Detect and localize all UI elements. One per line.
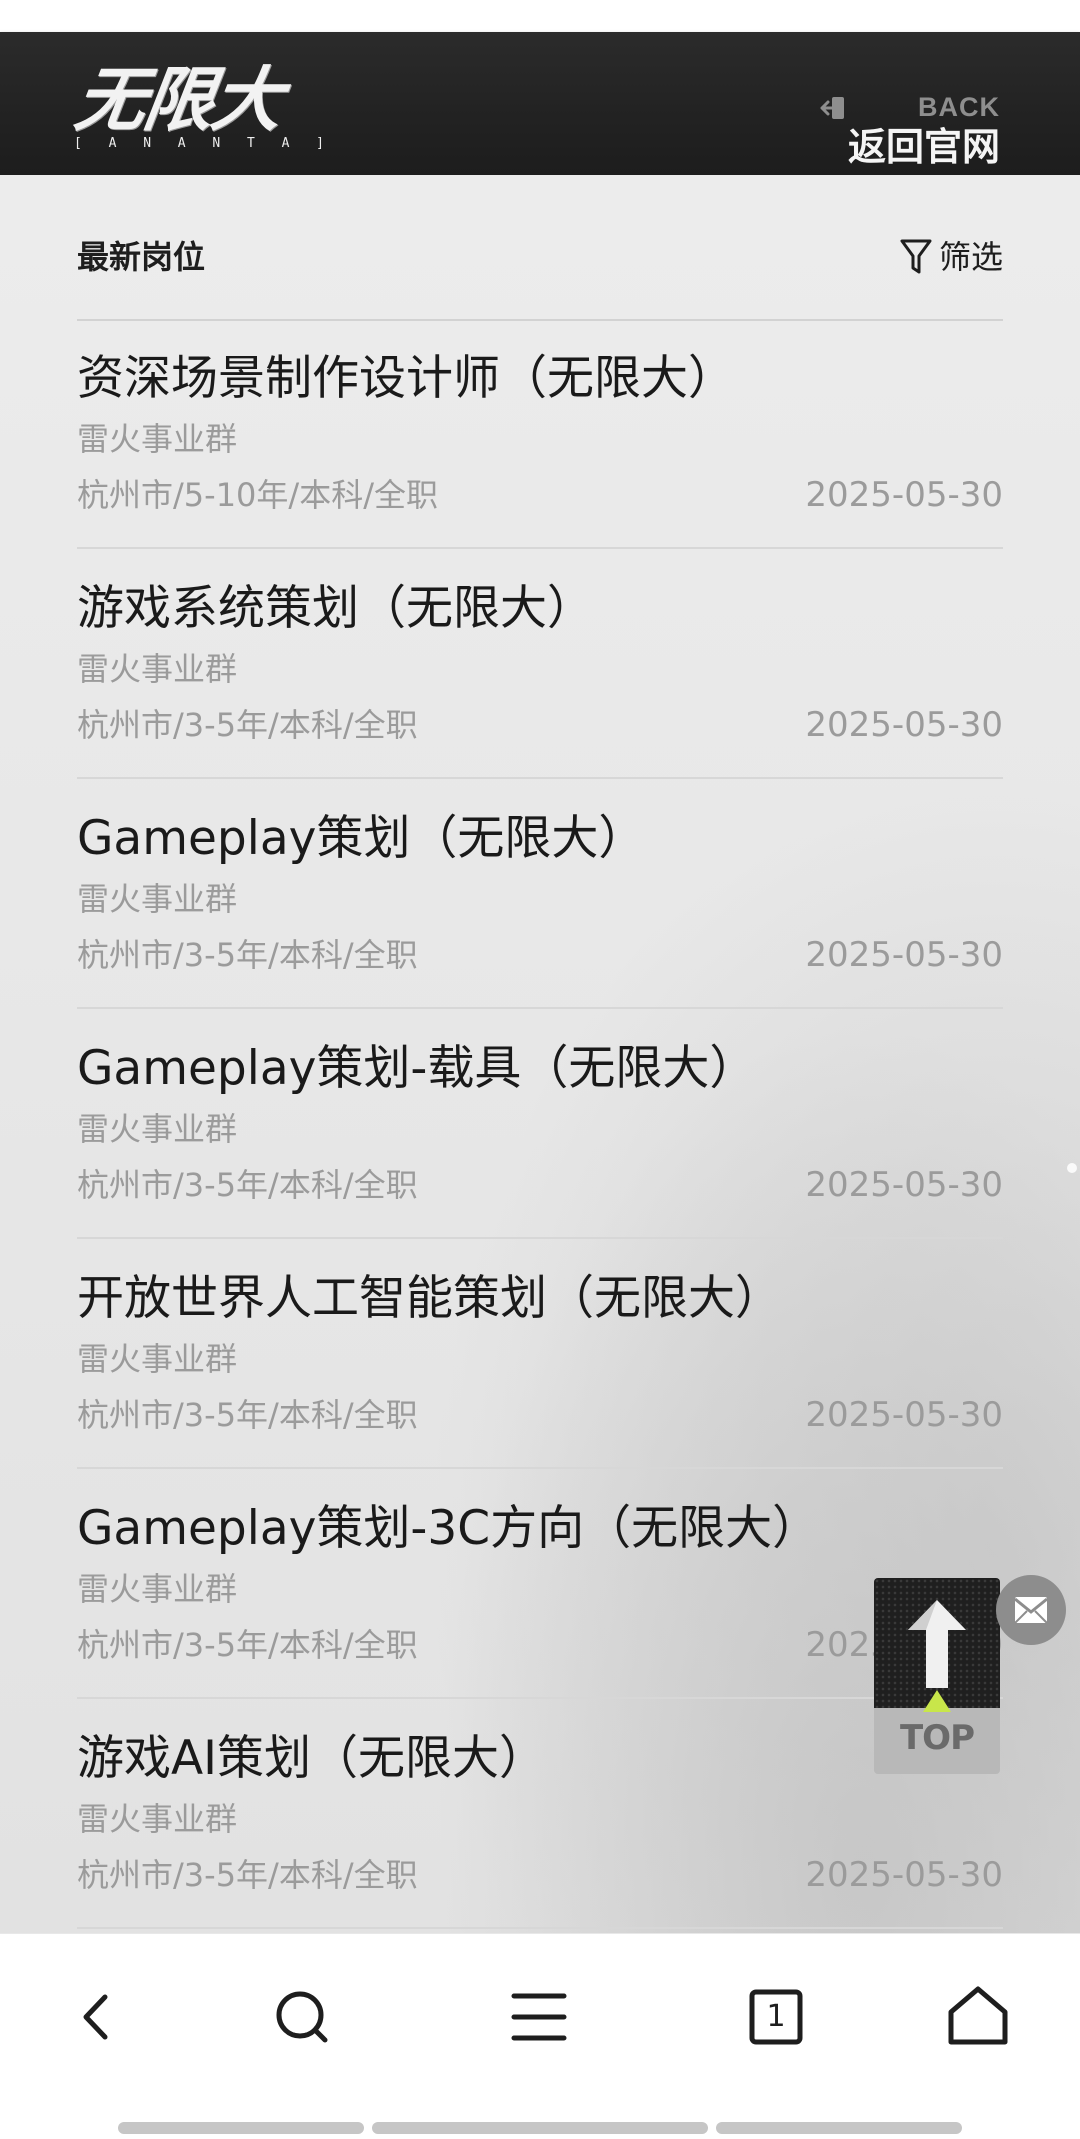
status-bar-area [0,0,1080,32]
nav-search-button[interactable] [257,1972,347,2062]
back-label-cn: 返回官网 [847,125,1000,169]
job-list-item[interactable]: Gameplay策划（无限大） 雷火事业群 杭州市/3-5年/本科/全职 202… [77,779,1003,1009]
job-date: 2025-05-30 [805,1395,1003,1435]
nav-tabs-button[interactable]: 1 [731,1972,821,2062]
logo-sub-char: A [281,136,290,151]
job-list-item[interactable]: Gameplay策划-载具（无限大） 雷火事业群 杭州市/3-5年/本科/全职 … [77,1009,1003,1239]
job-meta: 杭州市/3-5年/本科/全职 [77,1396,418,1434]
job-date: 2025-05-30 [805,475,1003,515]
job-list-item[interactable]: 开放世界人工智能策划（无限大） 雷火事业群 杭州市/3-5年/本科/全职 202… [77,1239,1003,1469]
logo-sub-char: T [246,136,255,151]
nav-menu-button[interactable] [494,1972,584,2062]
job-title: Gameplay策划-载具（无限大） [77,1041,757,1096]
job-date: 2025-05-30 [805,1855,1003,1895]
nav-back-button[interactable] [52,1972,142,2062]
list-header: 最新岗位 筛选 [77,175,1003,321]
logo-sub-char: N [212,136,221,151]
job-date: 2025-05-30 [805,935,1003,975]
tab-count: 1 [766,1999,786,2034]
back-label-en: BACK [918,92,1000,122]
top-label: TOP [899,1718,975,1758]
section-title: 最新岗位 [77,238,206,276]
job-date: 2025-05-30 [805,1165,1003,1205]
job-meta: 杭州市/3-5年/本科/全职 [77,1626,418,1664]
gesture-bar-segment [372,2122,708,2134]
job-title: Gameplay策划（无限大） [77,811,646,866]
mail-icon [1014,1597,1048,1624]
logo-sub-char: [ [74,136,82,151]
funnel-icon [900,239,932,274]
job-list-item[interactable]: Gameplay策划-3C方向（无限大） 雷火事业群 杭州市/3-5年/本科/全… [77,1469,1003,1699]
logo-sub-char: N [143,136,152,151]
job-department: 雷火事业群 [77,650,238,688]
search-icon [276,1991,328,2043]
scroll-indicator [1067,1163,1077,1173]
home-icon [948,1986,1008,2045]
job-department: 雷火事业群 [77,1340,238,1378]
back-to-top-button[interactable]: TOP [874,1578,1000,1774]
gesture-bar-segment [118,2122,364,2134]
logo-sub-char: ] [316,136,324,151]
job-list-item[interactable]: 资深场景制作设计师（无限大） 雷火事业群 杭州市/5-10年/本科/全职 202… [77,319,1003,549]
logo-wordmark: 无限大 [70,59,286,141]
job-meta: 杭州市/5-10年/本科/全职 [77,476,438,514]
job-list-item[interactable]: 游戏AI策划（无限大） 雷火事业群 杭州市/3-5年/本科/全职 2025-05… [77,1699,1003,1929]
hamburger-menu-icon [511,1993,567,2041]
job-title: 资深场景制作设计师（无限大） [77,351,735,406]
logo-sub-char: A [177,136,186,151]
job-meta: 杭州市/3-5年/本科/全职 [77,1856,418,1894]
job-meta: 杭州市/3-5年/本科/全职 [77,706,418,744]
message-button[interactable] [996,1575,1066,1645]
job-department: 雷火事业群 [77,1570,238,1608]
browser-toolbar: 1 [0,1933,1080,2139]
job-list: 资深场景制作设计师（无限大） 雷火事业群 杭州市/5-10年/本科/全职 202… [77,319,1003,1929]
job-meta: 杭州市/3-5年/本科/全职 [77,1166,418,1204]
back-to-official-site-link[interactable]: BACK 返回官网 [820,62,1000,169]
filter-button[interactable]: 筛选 [899,235,1003,279]
site-logo[interactable]: 无限大 [ A N A N T A ] [70,59,324,157]
chevron-left-icon [83,1994,108,2040]
job-date: 2025-05-30 [805,705,1003,745]
job-department: 雷火事业群 [77,1800,238,1838]
logo-subtext: [ A N A N T A ] [74,136,324,152]
exit-door-icon [820,97,844,119]
gesture-bar-segment [716,2122,962,2134]
logo-sub-char: A [108,136,117,151]
job-meta: 杭州市/3-5年/本科/全职 [77,936,418,974]
job-list-item[interactable]: 游戏系统策划（无限大） 雷火事业群 杭州市/3-5年/本科/全职 2025-05… [77,549,1003,779]
filter-label: 筛选 [938,238,1003,276]
job-department: 雷火事业群 [77,420,238,458]
job-title: 游戏系统策划（无限大） [77,581,594,636]
job-title: Gameplay策划-3C方向（无限大） [77,1501,820,1556]
site-header: 无限大 [ A N A N T A ] BACK 返回官网 [0,32,1080,175]
job-department: 雷火事业群 [77,1110,238,1148]
nav-home-button[interactable] [933,1972,1023,2062]
job-department: 雷火事业群 [77,880,238,918]
job-title: 开放世界人工智能策划（无限大） [77,1271,782,1326]
job-title: 游戏AI策划（无限大） [77,1731,547,1786]
